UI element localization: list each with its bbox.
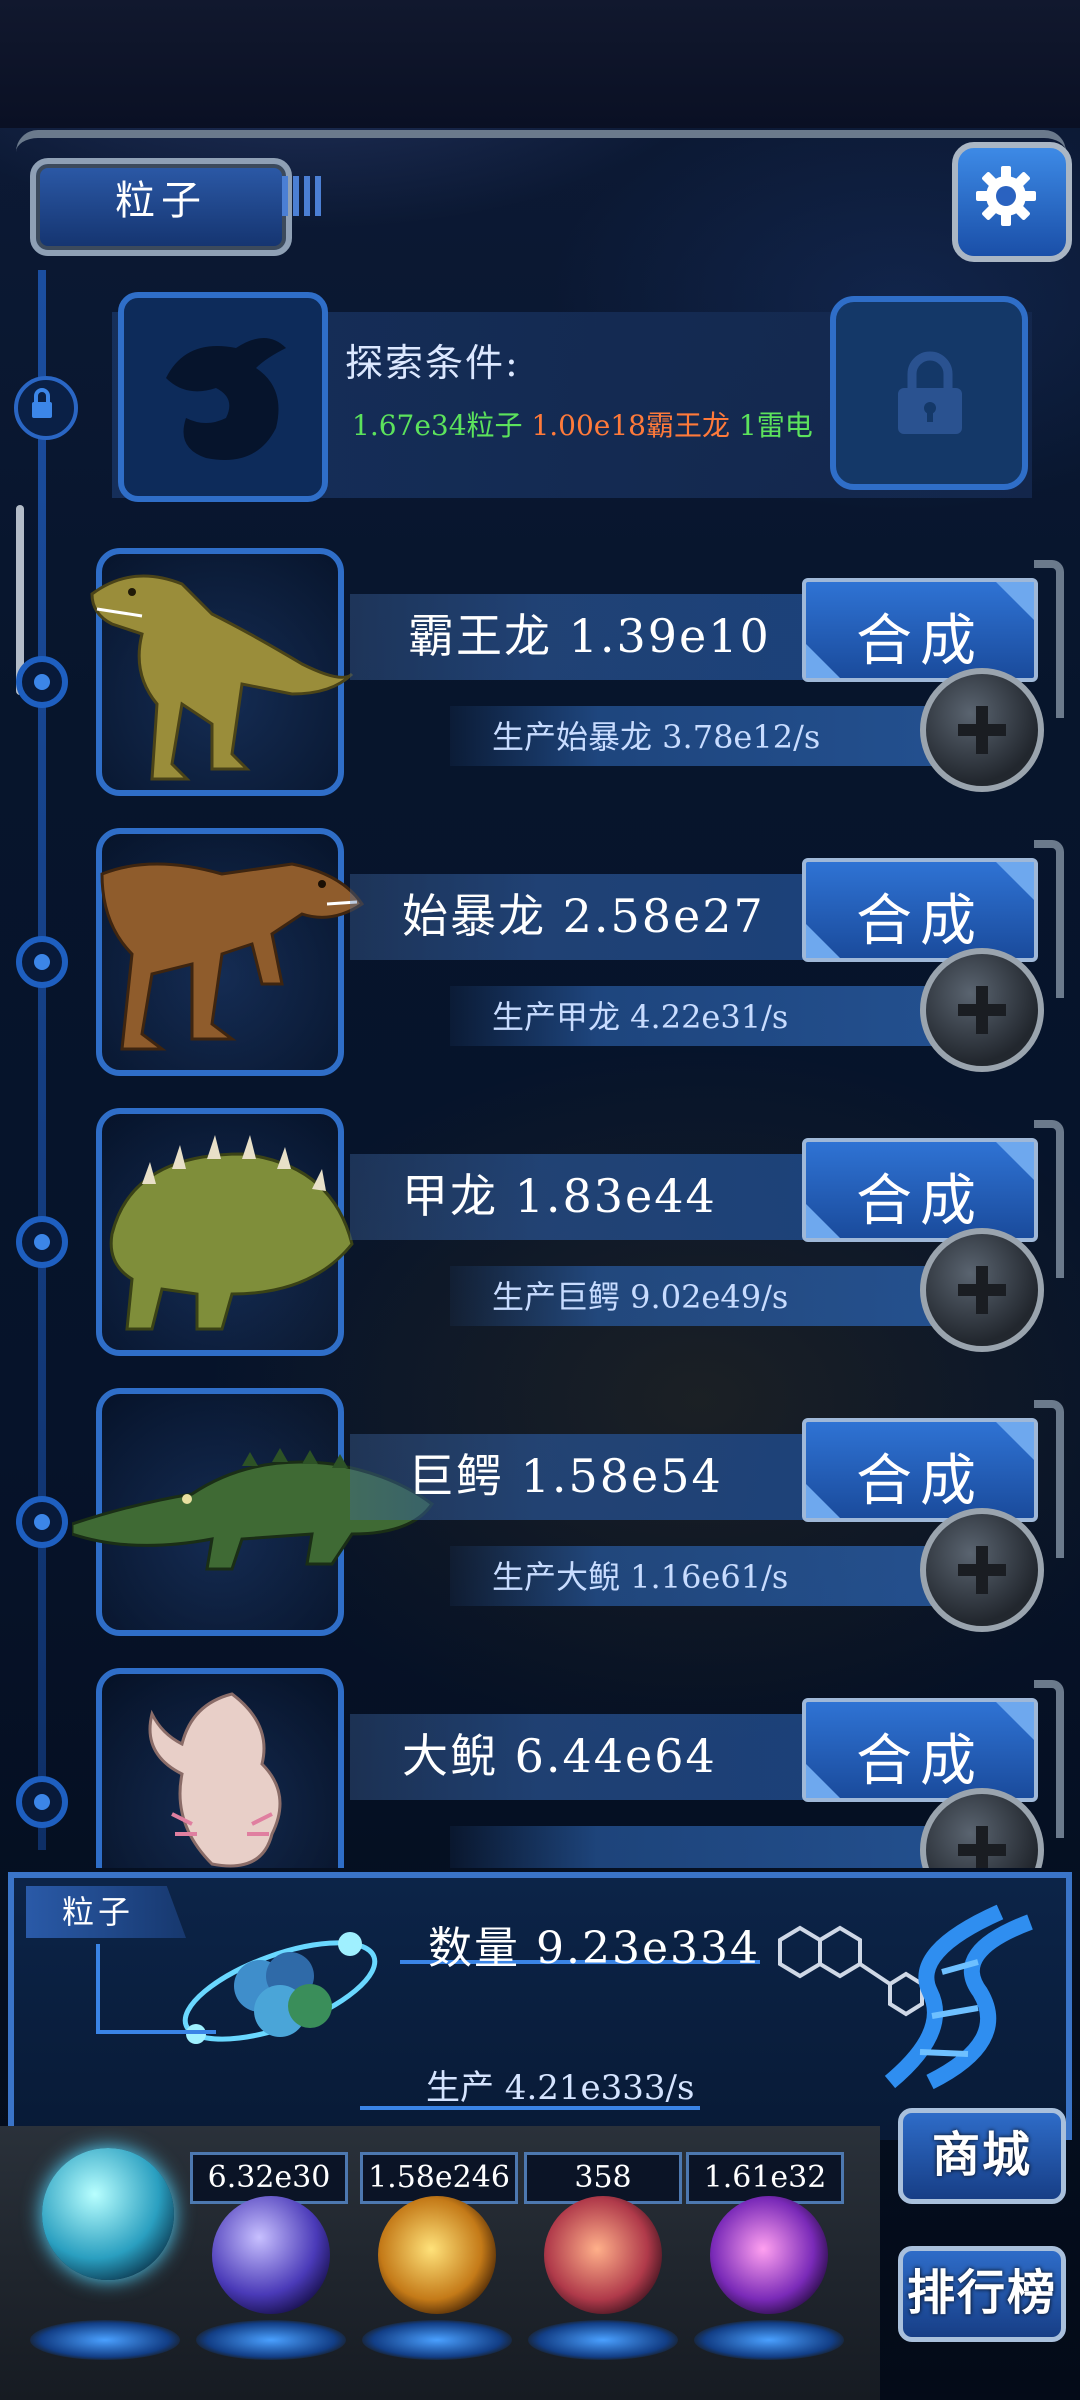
add-button[interactable] [920,668,1044,792]
info-tab: 粒子 [26,1886,186,1938]
circuit-line [96,2030,216,2034]
add-button[interactable] [920,948,1044,1072]
explore-lock-button[interactable] [830,296,1028,490]
synthesize-button[interactable]: 合成 [802,858,1038,962]
particle-quantity: 数量 9.23e334 [428,1923,760,1974]
tab-particle-label: 粒子 [115,178,207,224]
locked-creature-silhouette [118,292,328,502]
orb-pedestal [196,2320,346,2360]
button-frame [1034,1400,1064,1558]
particle-atom-icon [182,1932,378,2044]
creature-portrait [72,1388,435,1636]
synthesize-button[interactable]: 合成 [802,1418,1038,1522]
orb-pedestal [528,2320,678,2360]
tyrannosaur-icon [100,862,365,1051]
salamander-icon [148,1692,282,1868]
orb-pedestal [30,2320,180,2360]
button-frame [1034,1120,1064,1278]
production-bar [450,1826,940,1868]
add-button[interactable] [920,1508,1044,1632]
brain-orb-icon[interactable] [544,2196,662,2314]
thunder-orb-icon[interactable] [212,2196,330,2314]
tab-stripes [282,176,322,216]
galaxy-orb-icon[interactable] [710,2196,828,2314]
ankylosaurus-icon [109,1135,354,1331]
dna-icon [884,1904,1033,2090]
orb-pedestal [362,2320,512,2360]
production-rate: 生产甲龙 4.22e31/s [492,998,789,1036]
dragon-silhouette-icon [166,338,286,460]
creature-portrait [90,548,354,796]
settings-button[interactable] [952,142,1072,262]
creature-row: 霸王龙 1.39e10 合成 生产始暴龙 3.78e12/s [0,548,1080,808]
synthesize-button[interactable]: 合成 [802,1698,1038,1802]
req-particles: 1.67e34粒子 [352,409,523,442]
creature-portrait [96,828,365,1076]
req-thunder: 1雷电 [738,409,813,442]
circuit-line [96,1944,100,2034]
creature-name: 始暴龙 2.58e27 [402,889,765,943]
synthesize-button[interactable]: 合成 [802,1138,1038,1242]
production-rate: 生产巨鳄 9.02e49/s [492,1278,789,1316]
particle-production: 生产 4.21e333/s [426,2068,695,2108]
creature-name: 甲龙 1.83e44 [402,1169,717,1223]
creature-portrait [96,1108,354,1356]
orb-pedestal [694,2320,844,2360]
synthesize-button[interactable]: 合成 [802,578,1038,682]
rail-lock-icon [14,376,78,440]
creature-name: 巨鳄 1.58e54 [408,1449,723,1503]
plus-icon [958,986,1006,1034]
button-frame [1034,560,1064,718]
creature-row: 始暴龙 2.58e27 合成 生产甲龙 4.22e31/s [0,828,1080,1088]
explore-requirements: 1.67e34粒子 1.00e18霸王龙 1雷电 [352,404,813,444]
explore-title: 探索条件: [345,341,520,385]
fire-orb-icon[interactable] [378,2196,496,2314]
plus-icon [958,706,1006,754]
ranking-button[interactable]: 排行榜 [898,2246,1066,2342]
add-button[interactable] [920,1228,1044,1352]
particle-orb-icon[interactable] [42,2148,174,2280]
creature-name: 大鲵 6.44e64 [402,1729,717,1783]
creature-row: 甲龙 1.83e44 合成 生产巨鳄 9.02e49/s [0,1108,1080,1368]
gear-icon [976,166,1036,226]
lock-icon [898,351,962,434]
trex-icon [90,574,354,781]
production-rate: 生产大鲵 1.16e61/s [492,1558,789,1596]
creature-portrait [96,1668,344,1868]
shop-button[interactable]: 商城 [898,2108,1066,2204]
info-tab-label: 粒子 [62,1893,135,1931]
production-rate: 生产始暴龙 3.78e12/s [492,718,821,756]
creature-name: 霸王龙 1.39e10 [408,609,771,663]
button-frame [1034,840,1064,998]
creature-row: 大鲵 6.44e64 合成 [0,1668,1080,1868]
req-trex: 1.00e18霸王龙 [531,409,730,442]
plus-icon [958,1826,1006,1868]
button-frame [1034,1680,1064,1838]
plus-icon [958,1546,1006,1594]
creature-row: 巨鳄 1.58e54 合成 生产大鲵 1.16e61/s [0,1388,1080,1648]
tab-particle[interactable]: 粒子 [30,158,292,256]
plus-icon [958,1266,1006,1314]
status-area [0,0,1080,128]
